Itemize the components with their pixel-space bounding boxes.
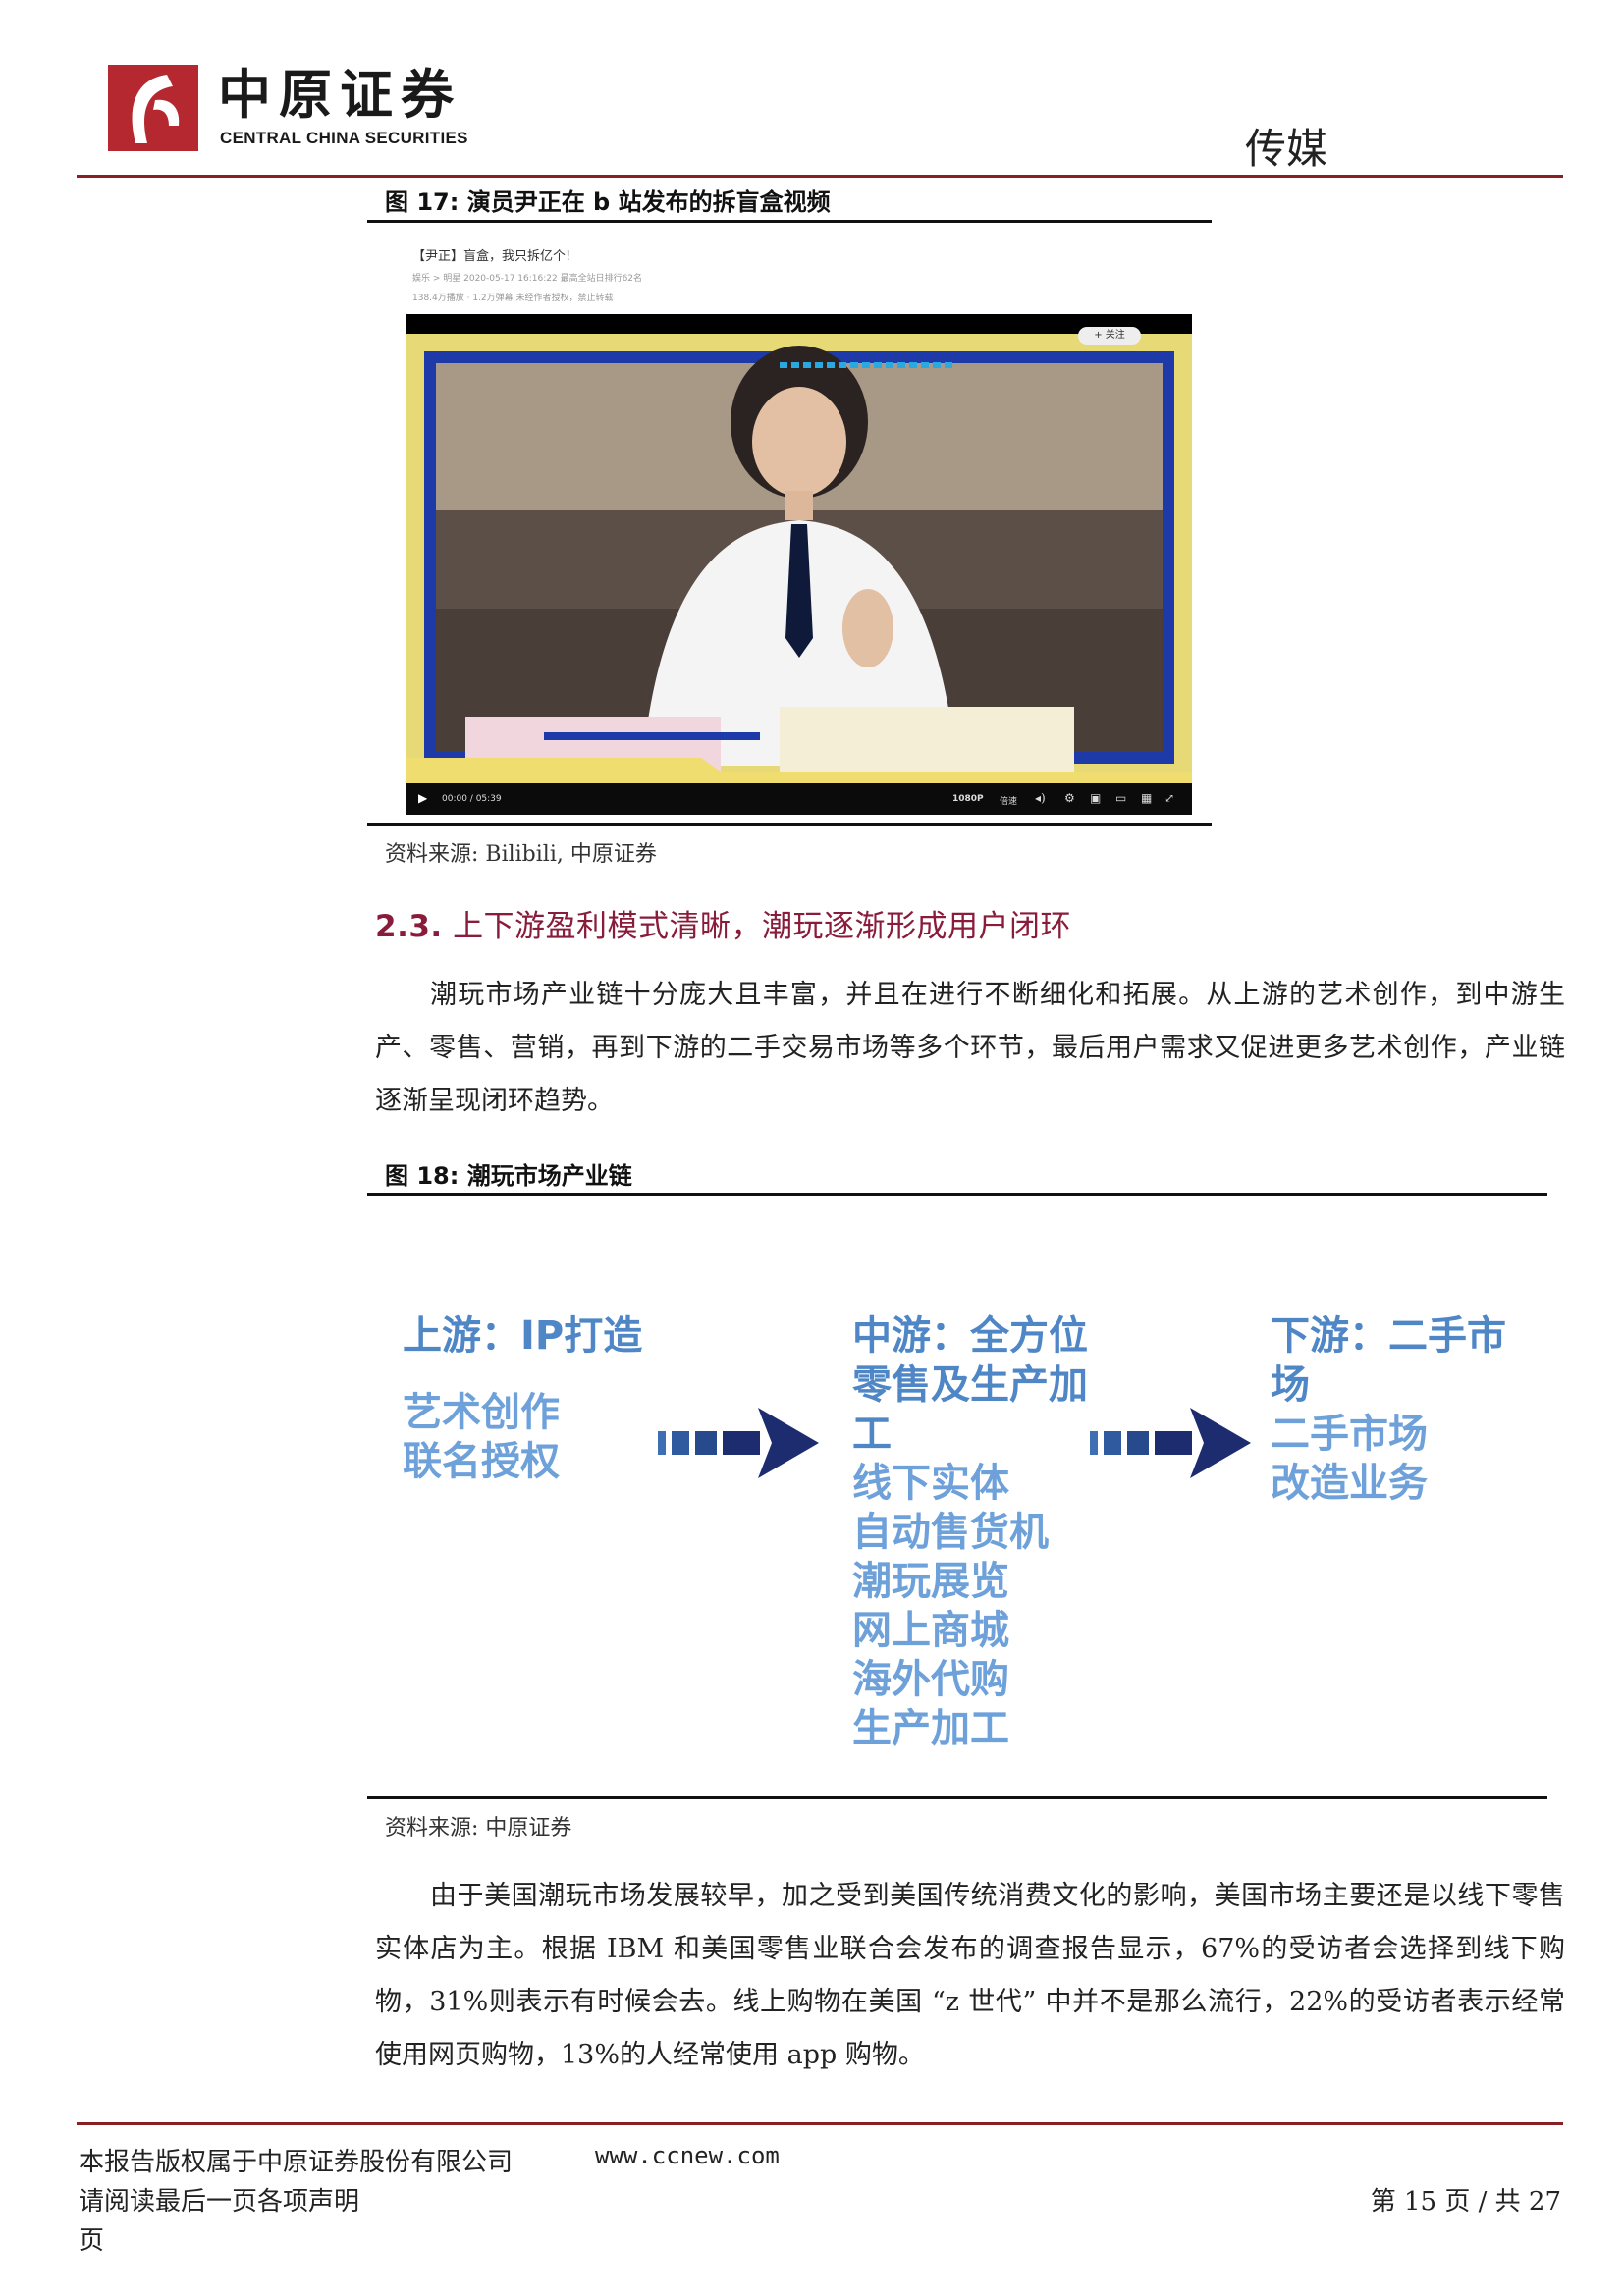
video-control-bar: ▶ 00:00 / 05:39 1080P 倍速 ◂) ⚙ ▣ ▭ ▦ ⤢ [406,783,1192,815]
figure-18-bottom-rule [367,1796,1547,1799]
downstream-item: 二手市场 [1271,1412,1428,1457]
company-logo-mark [108,65,198,151]
chain-arrow-1 [656,1404,823,1482]
figure-17-source: 资料来源: Bilibili, 中原证券 [385,842,657,867]
body-paragraph-2: 由于美国潮玩市场发展较早，加之受到美国传统消费文化的影响，美国市场主要还是以线下… [375,1870,1565,2082]
page-number: 第 15 页 / 共 27 [1370,2187,1561,2216]
report-section-tag: 传媒 [1244,125,1327,173]
right-arrow-icon [1090,1408,1251,1478]
widescreen-icon[interactable]: ▭ [1115,791,1126,805]
section-number: 2.3. [375,909,443,944]
downstream-heading-line: 下游：二手市 [1271,1313,1506,1359]
figure-17-title: 图 17: 演员尹正在 b 站发布的拆盲盒视频 [385,188,831,216]
midstream-heading-line: 零售及生产加 [852,1362,1088,1408]
footer-copyright: 本报告版权属于中原证券股份有限公司 [79,2148,514,2177]
video-time: 00:00 / 05:39 [442,794,502,804]
company-name-cn: 中原证券 [218,64,461,126]
chain-arrow-2 [1088,1404,1255,1482]
midstream-item: 线下实体 [852,1461,1009,1506]
pip-icon[interactable]: ▣ [1090,791,1101,805]
settings-icon[interactable]: ⚙ [1064,791,1075,805]
figure-18-source: 资料来源: 中原证券 [385,1816,572,1841]
upstream-block: 上游：IP打造 艺术创作 联名授权 [403,1311,642,1486]
video-title: 【尹正】盲盒，我只拆亿个! [412,249,571,264]
right-arrow-icon [658,1408,819,1478]
follow-button[interactable]: + 关注 [1078,327,1141,345]
footer-notice: 请阅读最后一页各项声明 [79,2187,360,2216]
downstream-item: 改造业务 [1271,1461,1428,1506]
play-icon[interactable]: ▶ [418,791,427,805]
midstream-heading-line: 工 [852,1412,892,1457]
midstream-item: 海外代购 [852,1657,1009,1702]
company-name-en: CENTRAL CHINA SECURITIES [220,129,468,147]
midstream-item: 自动售货机 [852,1510,1049,1555]
paragraph-text: 由于美国潮玩市场发展较早，加之受到美国传统消费文化的影响，美国市场主要还是以线下… [375,1881,1565,2070]
video-frame-illustration [406,314,1192,815]
header-divider [77,175,1563,178]
section-heading: 2.3. 上下游盈利模式清晰，潮玩逐渐形成用户闭环 [375,901,1071,945]
downstream-block: 下游：二手市 场 二手市场 改造业务 [1271,1311,1506,1508]
video-meta: 娱乐 > 明星 2020-05-17 16:16:22 最高全站日排行62名 [412,274,643,284]
webfullscreen-icon[interactable]: ▦ [1141,791,1152,805]
upstream-heading: 上游：IP打造 [403,1313,643,1359]
body-paragraph-1: 潮玩市场产业链十分庞大且丰富，并且在进行不断细化和拓展。从上游的艺术创作，到中游… [375,969,1565,1128]
midstream-item: 生产加工 [852,1706,1009,1751]
figure-18-top-rule [367,1193,1547,1196]
upstream-item: 艺术创作 [403,1390,560,1435]
fullscreen-icon[interactable]: ⤢ [1164,791,1174,805]
volume-icon[interactable]: ◂) [1035,791,1046,805]
figure-17-top-rule [367,220,1212,223]
upstream-item: 联名授权 [403,1439,560,1484]
paragraph-text: 潮玩市场产业链十分庞大且丰富，并且在进行不断细化和拓展。从上游的艺术创作，到中游… [375,980,1565,1116]
video-player[interactable] [406,314,1192,815]
figure-18-title: 图 18: 潮玩市场产业链 [385,1162,632,1190]
speed-button[interactable]: 倍速 [1000,794,1017,807]
midstream-block: 中游：全方位 零售及生产加 工 线下实体 自动售货机 潮玩展览 网上商城 海外代… [852,1311,1088,1753]
midstream-item: 网上商城 [852,1608,1009,1653]
midstream-heading-line: 中游：全方位 [852,1313,1088,1359]
downstream-heading-line: 场 [1271,1362,1310,1408]
quality-button[interactable]: 1080P [952,794,984,804]
midstream-item: 潮玩展览 [852,1559,1009,1604]
footer-divider [77,2122,1563,2125]
figure-17-bottom-rule [367,823,1212,826]
page-number-tail: 页 [79,2226,105,2256]
video-stats: 138.4万播放 · 1.2万弹幕 未经作者授权，禁止转载 [412,294,614,303]
section-title: 上下游盈利模式清晰，潮玩逐渐形成用户闭环 [453,909,1072,944]
footer-url[interactable]: www.ccnew.com [595,2142,780,2169]
